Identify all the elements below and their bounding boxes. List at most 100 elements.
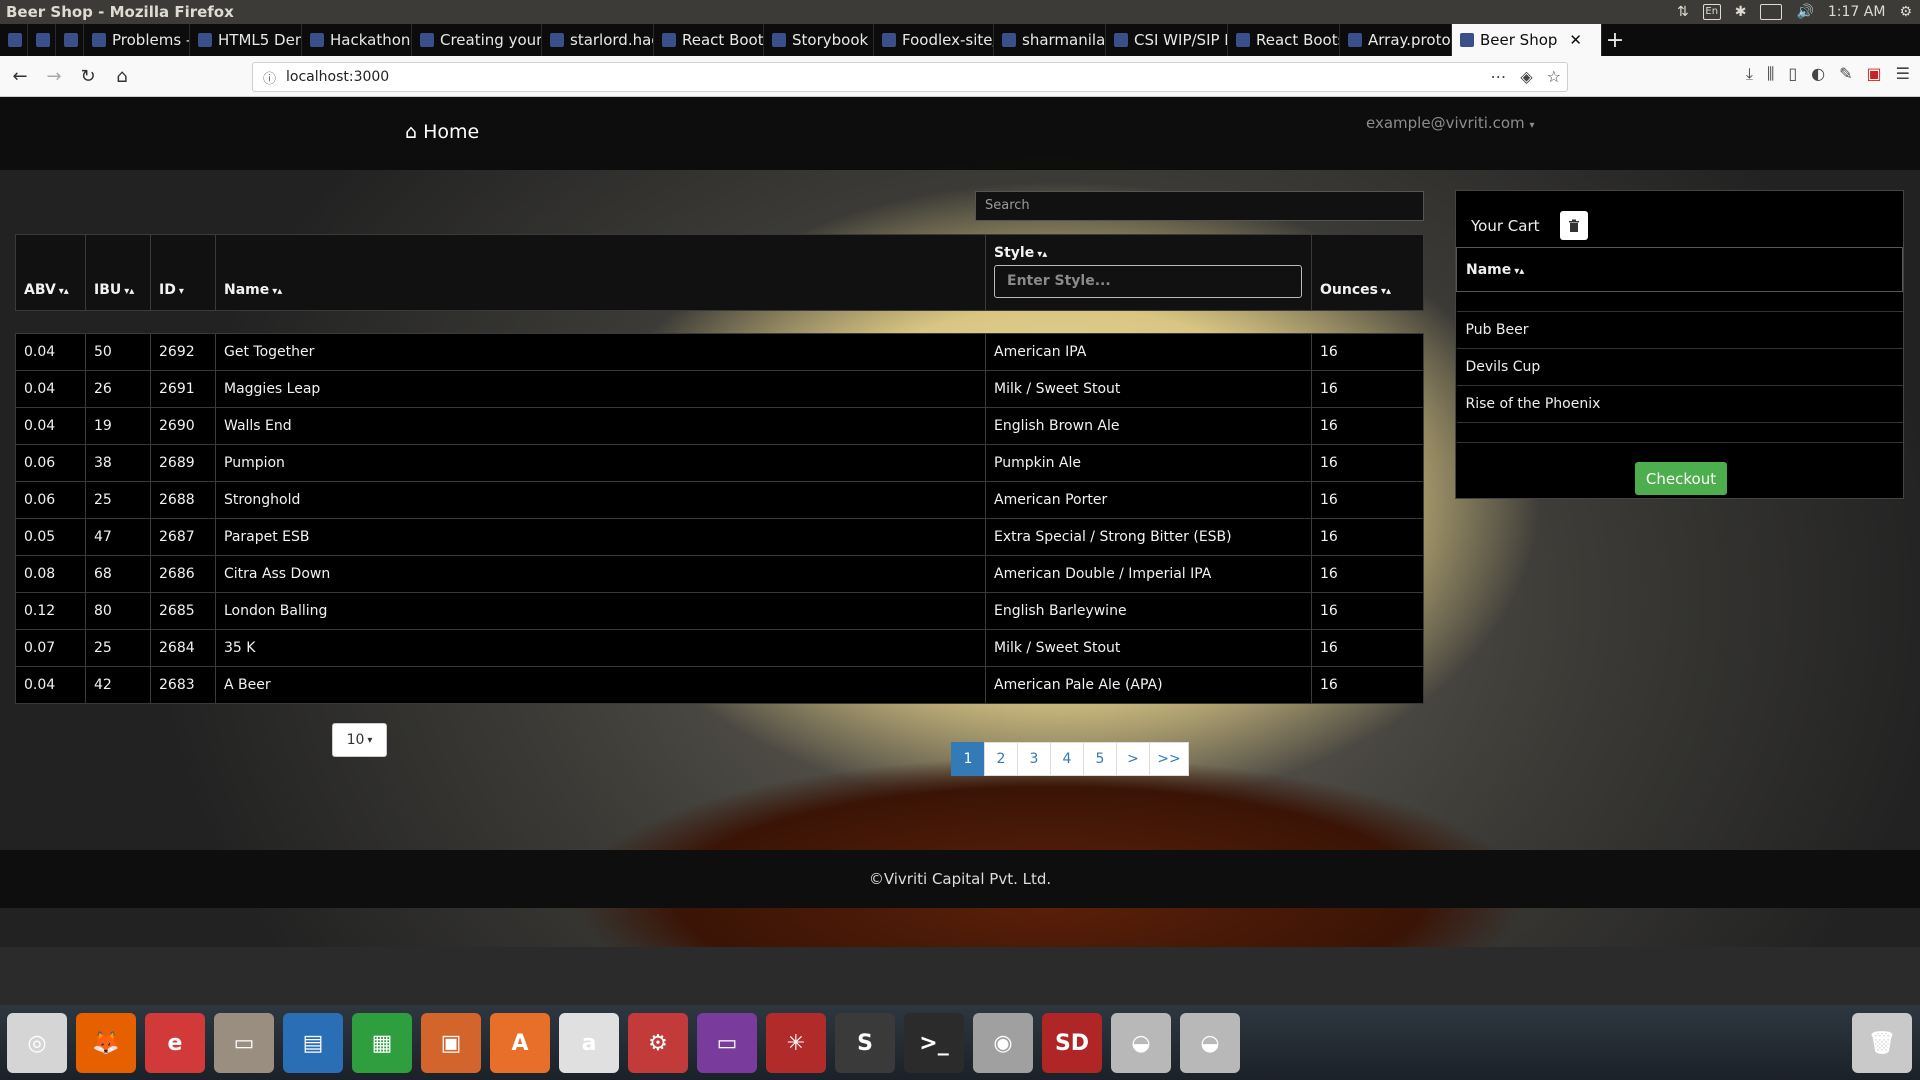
- table-row[interactable]: 0.08 68 2686 Citra Ass Down American Double …: [15, 555, 1424, 593]
- tab[interactable]: Problems - Vi: [84, 24, 190, 56]
- downloads-icon[interactable]: ⤓: [1746, 64, 1753, 84]
- tab[interactable]: sharmanilay (: [994, 24, 1106, 56]
- new-tab-button[interactable]: +: [1602, 28, 1628, 53]
- window-icon[interactable]: ▭: [697, 1013, 757, 1073]
- sublime-icon[interactable]: S: [835, 1013, 895, 1073]
- table-row[interactable]: 0.04 19 2690 Walls End English Brown Ale 16: [15, 407, 1424, 445]
- clear-cart-button[interactable]: [1559, 211, 1588, 240]
- tab[interactable]: CSI WIP/SIP Porta: [1106, 24, 1228, 56]
- tab[interactable]: [28, 24, 56, 56]
- volume-icon[interactable]: 🔊: [1796, 4, 1813, 20]
- page-link[interactable]: 5: [1083, 742, 1117, 776]
- column-header-ounces[interactable]: Ounces ▾▴: [1311, 234, 1424, 311]
- url-bar[interactable]: ⓘ localhost:3000 ⋯ ◈ ☆: [252, 62, 1568, 92]
- keyboard-layout-indicator[interactable]: En: [1702, 4, 1721, 20]
- url-text[interactable]: localhost:3000: [286, 69, 389, 85]
- home-button[interactable]: ⌂: [108, 62, 136, 90]
- impress-icon[interactable]: ▣: [421, 1013, 481, 1073]
- tab[interactable]: starlord.hackere: [542, 24, 654, 56]
- settings-icon[interactable]: ⚙: [628, 1013, 688, 1073]
- column-header-name[interactable]: Name ▾▴: [215, 234, 986, 311]
- page-link[interactable]: >: [1116, 742, 1150, 776]
- table-row[interactable]: 0.06 38 2689 Pumpion Pumpkin Ale 16: [15, 444, 1424, 482]
- tab[interactable]: Storybook: [764, 24, 874, 56]
- bookmark-star-icon[interactable]: ☆: [1547, 67, 1561, 86]
- page-link[interactable]: 3: [1017, 742, 1051, 776]
- cart-item[interactable]: Rise of the Phoenix: [1456, 385, 1903, 423]
- camera-icon[interactable]: ◉: [973, 1013, 1033, 1073]
- cart-item[interactable]: Pub Beer: [1456, 311, 1903, 349]
- sidebar-icon[interactable]: ▯: [1788, 64, 1797, 84]
- cart-item-name: Devils Cup: [1456, 348, 1903, 386]
- tab[interactable]: [56, 24, 84, 56]
- search-input[interactable]: Search: [975, 191, 1424, 221]
- forward-button[interactable]: →: [40, 62, 68, 90]
- extension-icon[interactable]: ✎: [1839, 64, 1852, 84]
- table-cell: London Balling: [215, 592, 986, 630]
- writer-icon[interactable]: ▤: [283, 1013, 343, 1073]
- ubuntu-dash-icon[interactable]: ◎: [7, 1013, 67, 1073]
- menu-icon[interactable]: ☰: [1896, 64, 1910, 84]
- pocket-icon[interactable]: ◈: [1520, 67, 1532, 86]
- column-header-ibu[interactable]: IBU ▾▴: [85, 234, 151, 311]
- tab[interactable]: Hackathons, I: [302, 24, 412, 56]
- page-link[interactable]: >>: [1149, 742, 1189, 776]
- page-size-dropdown[interactable]: 10 ▾: [332, 723, 387, 757]
- calc-icon[interactable]: ▦: [352, 1013, 412, 1073]
- trash-icon[interactable]: 🗑: [1852, 1013, 1912, 1073]
- user-menu[interactable]: example@vivriti.com ▾: [1366, 114, 1534, 132]
- tab[interactable]: Foodlex-site/: [874, 24, 994, 56]
- network-icon[interactable]: ⇅: [1677, 4, 1689, 20]
- drive-icon[interactable]: ◒: [1180, 1013, 1240, 1073]
- style-filter-input[interactable]: Enter Style...: [994, 265, 1302, 298]
- tab[interactable]: React Bootstrap: [1228, 24, 1340, 56]
- table-row[interactable]: 0.06 25 2688 Stronghold American Porter 16: [15, 481, 1424, 519]
- tab[interactable]: React Bootstrap: [654, 24, 764, 56]
- tab-label: sharmanilay (: [1022, 31, 1106, 49]
- tab[interactable]: HTML5 Demo: St: [190, 24, 302, 56]
- tab[interactable]: [0, 24, 28, 56]
- table-row[interactable]: 0.04 50 2692 Get Together American IPA 16: [15, 333, 1424, 371]
- column-header-style[interactable]: Style ▾▴ Enter Style...: [985, 234, 1312, 311]
- column-header-id[interactable]: ID ▾: [150, 234, 216, 311]
- amazon-icon[interactable]: a: [559, 1013, 619, 1073]
- drive-icon[interactable]: ◒: [1111, 1013, 1171, 1073]
- tab-label: Hackathons, I: [330, 31, 411, 49]
- power-icon[interactable]: ⚙: [1899, 4, 1912, 20]
- back-button[interactable]: ←: [6, 62, 34, 90]
- checkout-button[interactable]: Checkout: [1635, 462, 1727, 495]
- reload-button[interactable]: ↻: [74, 62, 102, 90]
- terminal-icon[interactable]: >_: [904, 1013, 964, 1073]
- tab[interactable]: Creating your: [412, 24, 542, 56]
- close-tab-icon[interactable]: ✕: [1569, 31, 1582, 49]
- home-link[interactable]: ⌂ Home: [405, 121, 479, 143]
- table-cell: Maggies Leap: [215, 370, 986, 408]
- page-actions-icon[interactable]: ⋯: [1490, 67, 1506, 86]
- column-header-abv[interactable]: ABV ▾▴: [15, 234, 86, 311]
- firefox-icon[interactable]: 🦊: [76, 1013, 136, 1073]
- cart-item[interactable]: Devils Cup: [1456, 348, 1903, 386]
- page-link[interactable]: 2: [984, 742, 1018, 776]
- spider-icon[interactable]: ✳: [766, 1013, 826, 1073]
- tab[interactable]: Array.prototy: [1340, 24, 1452, 56]
- bluetooth-icon[interactable]: ✱: [1735, 4, 1747, 20]
- extension-icon[interactable]: ▣: [1867, 64, 1882, 84]
- table-row[interactable]: 0.12 80 2685 London Balling English Barleywi…: [15, 592, 1424, 630]
- table-row[interactable]: 0.04 42 2683 A Beer American Pale Ale (APA) 1…: [15, 666, 1424, 704]
- table-row[interactable]: 0.04 26 2691 Maggies Leap Milk / Sweet Stout…: [15, 370, 1424, 408]
- archive-icon[interactable]: ▭: [214, 1013, 274, 1073]
- extension-icon[interactable]: ◐: [1811, 64, 1825, 84]
- page-link[interactable]: 4: [1050, 742, 1084, 776]
- site-info-icon[interactable]: ⓘ: [263, 68, 276, 87]
- battery-icon[interactable]: [1760, 4, 1783, 20]
- library-icon[interactable]: ⫼: [1767, 64, 1774, 84]
- table-row[interactable]: 0.07 25 2684 35 K Milk / Sweet Stout 16: [15, 629, 1424, 667]
- tab[interactable]: Beer Shop ✕: [1452, 24, 1602, 56]
- clock[interactable]: 1:17 AM: [1828, 4, 1886, 20]
- page-link[interactable]: 1: [951, 742, 985, 776]
- table-row[interactable]: 0.05 47 2687 Parapet ESB Extra Special / Str…: [15, 518, 1424, 556]
- sd-card-icon[interactable]: SD: [1042, 1013, 1102, 1073]
- evolution-icon[interactable]: e: [145, 1013, 205, 1073]
- software-center-icon[interactable]: A: [490, 1013, 550, 1073]
- cart-column-header-name[interactable]: Name ▾▴: [1456, 247, 1903, 292]
